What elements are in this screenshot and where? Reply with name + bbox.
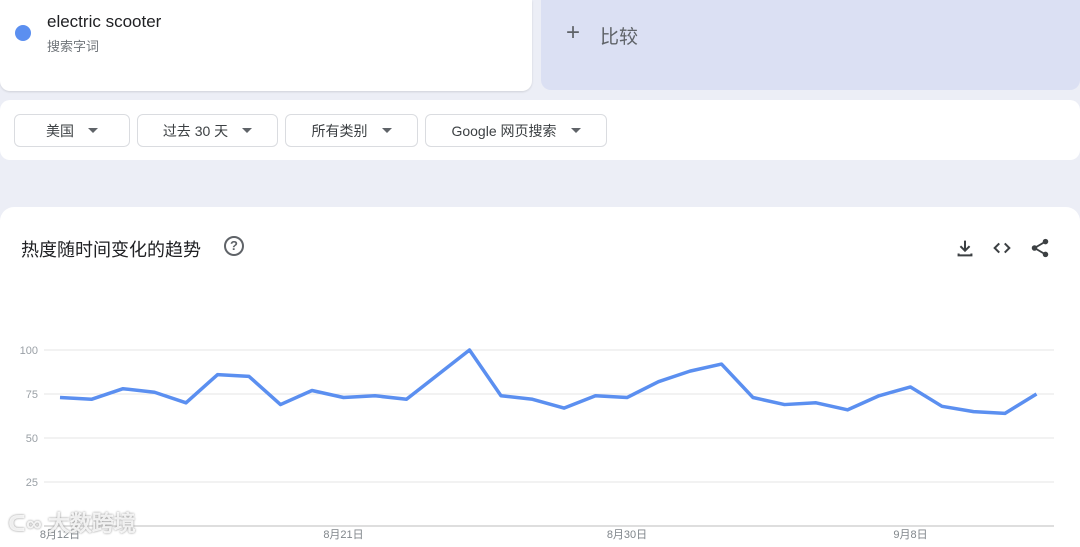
y-tick-label: 75 xyxy=(26,389,38,401)
watermark: ᑕ∞ 大数跨境 xyxy=(8,506,136,538)
y-tick-label: 25 xyxy=(26,477,38,489)
x-tick-label: 9月8日 xyxy=(893,529,927,541)
y-tick-label: 100 xyxy=(20,345,38,357)
line-chart: 2550751008月12日8月21日8月30日9月8日 xyxy=(0,0,1080,542)
x-tick-label: 8月30日 xyxy=(607,529,647,541)
y-tick-label: 50 xyxy=(26,433,38,445)
x-tick-label: 8月21日 xyxy=(323,529,363,541)
series-line xyxy=(60,350,1037,413)
